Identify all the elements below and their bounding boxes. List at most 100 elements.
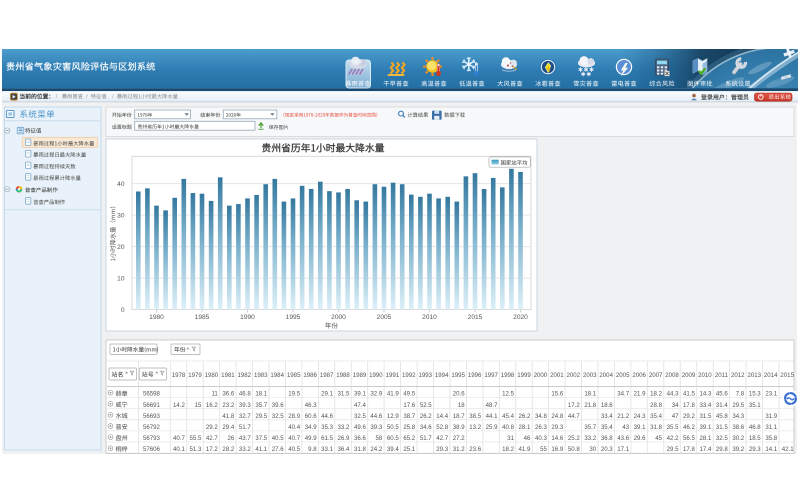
svg-text:14.3: 14.3 xyxy=(700,391,712,398)
svg-text:31.9: 31.9 xyxy=(765,413,777,420)
svg-text:46: 46 xyxy=(524,435,531,442)
svg-text:24.8: 24.8 xyxy=(551,413,563,420)
svg-text:40.5: 40.5 xyxy=(272,435,284,442)
svg-text:21.9: 21.9 xyxy=(634,391,646,398)
svg-text:27.2: 27.2 xyxy=(453,435,465,442)
svg-text:29.6: 29.6 xyxy=(634,435,646,442)
svg-text:28.1: 28.1 xyxy=(519,424,531,431)
svg-text:55: 55 xyxy=(540,446,547,453)
svg-text:2009: 2009 xyxy=(682,372,696,379)
svg-text:35.5: 35.5 xyxy=(667,424,679,431)
svg-text:2002: 2002 xyxy=(567,372,581,379)
svg-text:35.7: 35.7 xyxy=(255,402,267,409)
svg-text:33.2: 33.2 xyxy=(584,435,596,442)
svg-text:17.4: 17.4 xyxy=(700,446,712,453)
svg-text:1985: 1985 xyxy=(287,372,301,379)
svg-text:56693: 56693 xyxy=(143,413,161,420)
svg-text:2003: 2003 xyxy=(583,372,597,379)
svg-text:50.5: 50.5 xyxy=(387,424,399,431)
svg-text:49.5: 49.5 xyxy=(403,391,415,398)
svg-text:18.2: 18.2 xyxy=(650,391,662,398)
svg-text:25.1: 25.1 xyxy=(403,446,415,453)
svg-text:33.4: 33.4 xyxy=(700,402,712,409)
svg-text:1990: 1990 xyxy=(369,372,383,379)
svg-text:35.3: 35.3 xyxy=(321,424,333,431)
svg-text:2000: 2000 xyxy=(534,372,548,379)
svg-text:21.8: 21.8 xyxy=(584,402,596,409)
svg-text:28.1: 28.1 xyxy=(700,435,712,442)
svg-text:31.5: 31.5 xyxy=(338,391,350,398)
svg-text:38.5: 38.5 xyxy=(469,413,481,420)
svg-text:1987: 1987 xyxy=(320,372,334,379)
svg-text:39.2: 39.2 xyxy=(732,446,744,453)
svg-text:31.8: 31.8 xyxy=(650,424,662,431)
svg-text:1988: 1988 xyxy=(336,372,350,379)
svg-text:40: 40 xyxy=(117,181,125,188)
svg-text:40.4: 40.4 xyxy=(288,424,300,431)
svg-text:39.3: 39.3 xyxy=(239,402,251,409)
svg-text:32.5: 32.5 xyxy=(716,435,728,442)
svg-text:45.6: 45.6 xyxy=(716,391,728,398)
svg-text:17.6: 17.6 xyxy=(403,402,415,409)
svg-text:1998: 1998 xyxy=(501,372,515,379)
svg-text:39.1: 39.1 xyxy=(634,424,646,431)
svg-text:15.6: 15.6 xyxy=(551,391,563,398)
svg-text:18.6: 18.6 xyxy=(601,402,613,409)
svg-text:2010: 2010 xyxy=(698,372,712,379)
svg-text:61.5: 61.5 xyxy=(321,435,333,442)
svg-text:20.6: 20.6 xyxy=(453,391,465,398)
svg-text:30: 30 xyxy=(589,446,596,453)
svg-text:51.3: 51.3 xyxy=(190,446,202,453)
svg-text:34.9: 34.9 xyxy=(305,424,317,431)
svg-text:29.5: 29.5 xyxy=(255,413,267,420)
svg-text:1983: 1983 xyxy=(254,372,268,379)
svg-text:36.4: 36.4 xyxy=(338,446,350,453)
svg-text:24.3: 24.3 xyxy=(634,413,646,420)
svg-text:32.5: 32.5 xyxy=(354,413,366,420)
svg-text:34.6: 34.6 xyxy=(420,424,432,431)
svg-text:33.1: 33.1 xyxy=(321,446,333,453)
svg-text:0: 0 xyxy=(121,307,125,314)
svg-text:2015: 2015 xyxy=(468,314,483,321)
svg-text:10: 10 xyxy=(117,275,125,282)
svg-text:31: 31 xyxy=(507,435,514,442)
svg-text:57606: 57606 xyxy=(143,446,161,453)
svg-text:38.7: 38.7 xyxy=(403,413,415,420)
svg-text:56598: 56598 xyxy=(143,391,161,398)
svg-text:11: 11 xyxy=(211,391,218,398)
svg-text:1985: 1985 xyxy=(195,314,210,321)
svg-text:51.7: 51.7 xyxy=(420,435,432,442)
svg-text:26: 26 xyxy=(228,435,235,442)
svg-text:29.3: 29.3 xyxy=(551,424,563,431)
svg-text:41.9: 41.9 xyxy=(519,446,531,453)
svg-text:15.3: 15.3 xyxy=(749,391,761,398)
svg-text:2006: 2006 xyxy=(632,372,646,379)
svg-text:15: 15 xyxy=(195,402,202,409)
svg-text:1992: 1992 xyxy=(402,372,416,379)
svg-text:20: 20 xyxy=(117,244,125,251)
svg-text:2011: 2011 xyxy=(715,372,729,379)
svg-text:30: 30 xyxy=(117,212,125,219)
svg-text:38.6: 38.6 xyxy=(732,424,744,431)
svg-text:37.5: 37.5 xyxy=(255,435,267,442)
svg-text:60.6: 60.6 xyxy=(305,413,317,420)
svg-text:56792: 56792 xyxy=(143,424,161,431)
svg-text:2007: 2007 xyxy=(649,372,663,379)
svg-text:28.9: 28.9 xyxy=(288,413,300,420)
svg-text:1999: 1999 xyxy=(517,372,531,379)
svg-text:1980: 1980 xyxy=(149,314,164,321)
svg-text:40.7: 40.7 xyxy=(288,435,300,442)
svg-text:2015: 2015 xyxy=(780,372,794,379)
svg-text:44.3: 44.3 xyxy=(667,391,679,398)
svg-text:36.8: 36.8 xyxy=(601,435,613,442)
svg-text:29.3: 29.3 xyxy=(436,446,448,453)
svg-text:29.5: 29.5 xyxy=(667,446,679,453)
svg-text:1981: 1981 xyxy=(221,372,235,379)
svg-text:14.6: 14.6 xyxy=(551,435,563,442)
svg-text:1978: 1978 xyxy=(172,372,186,379)
svg-text:33.2: 33.2 xyxy=(239,446,251,453)
svg-text:17.2: 17.2 xyxy=(206,446,218,453)
svg-text:31.4: 31.4 xyxy=(716,402,728,409)
svg-text:35.4: 35.4 xyxy=(650,413,662,420)
svg-text:34.7: 34.7 xyxy=(617,391,629,398)
